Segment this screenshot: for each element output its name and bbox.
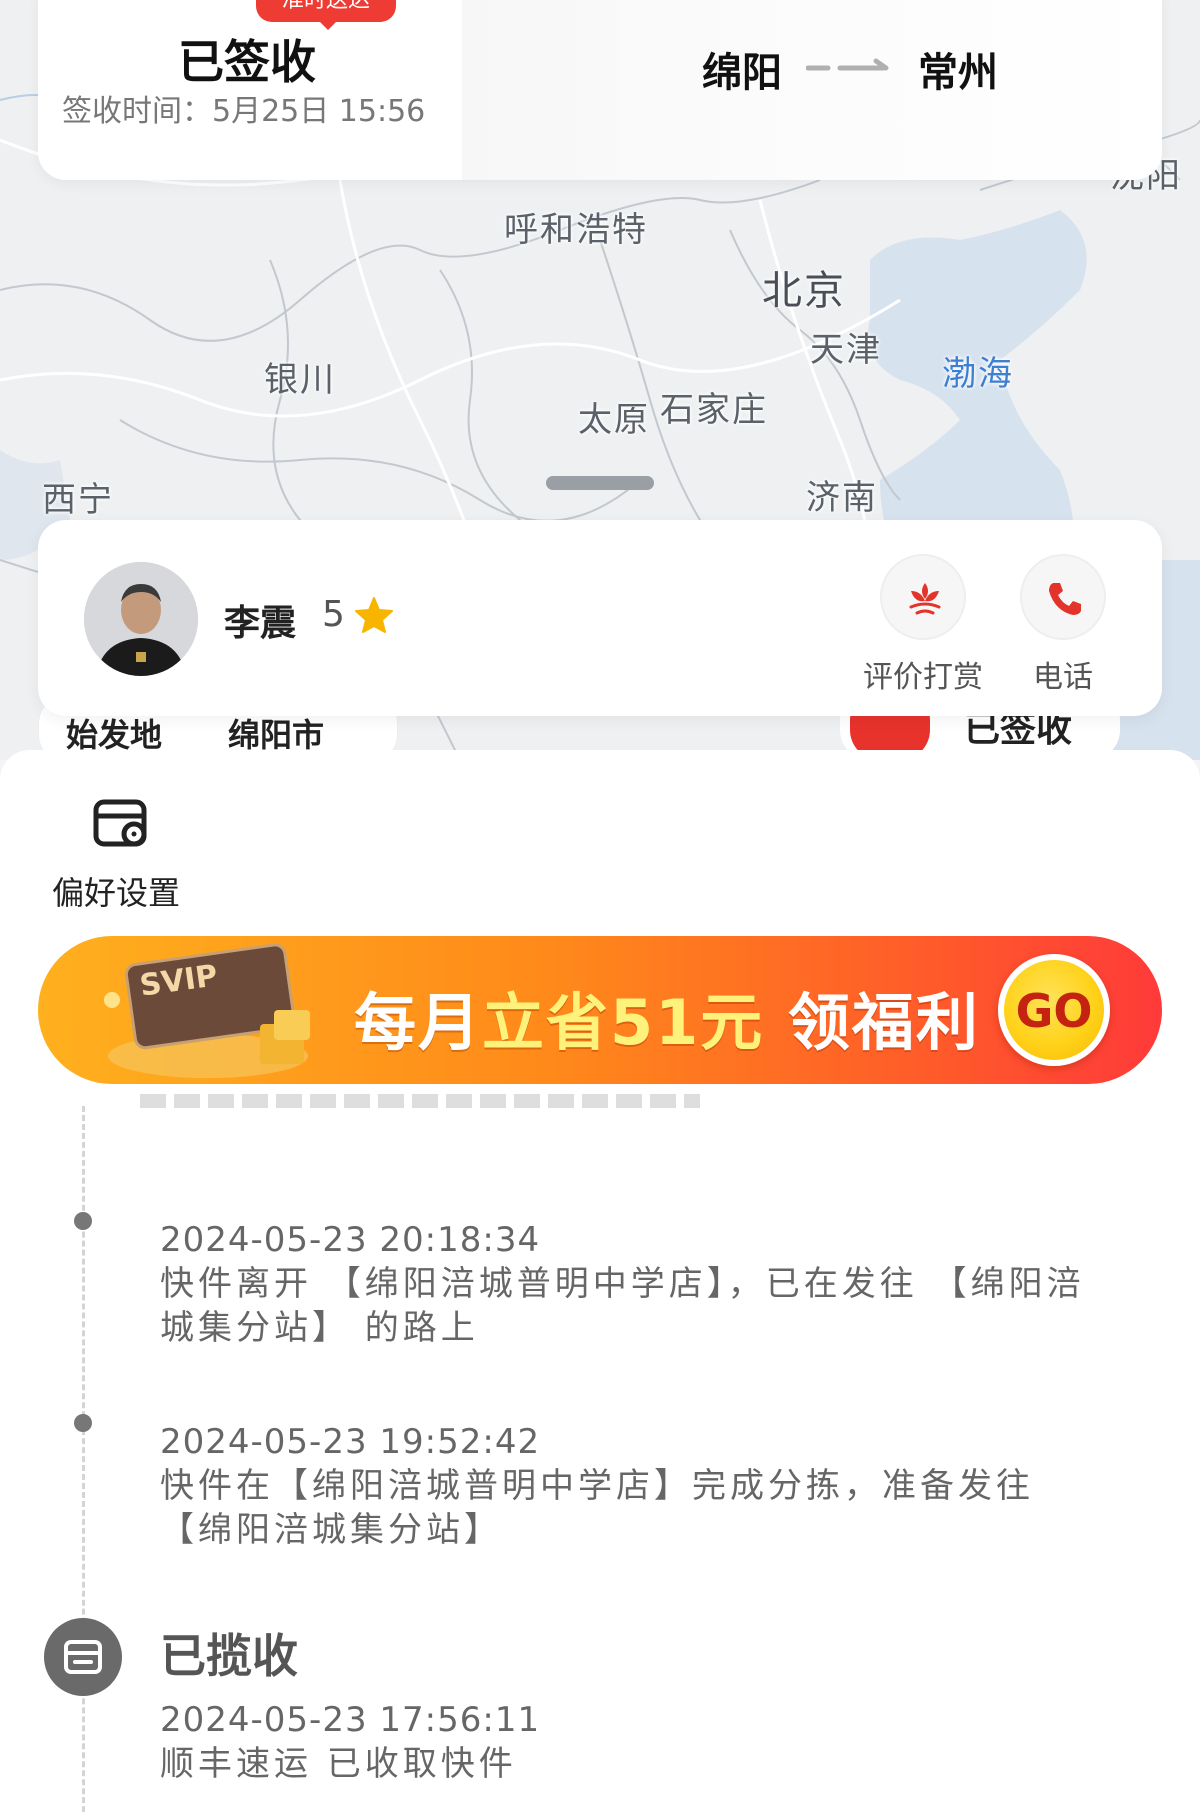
tracking-sheet: 偏好设置 SVIP 每月立省51元 领福利 GO 2024-05-23 20:1… xyxy=(0,750,1200,1812)
phone-icon xyxy=(1049,583,1081,615)
go-label: GO xyxy=(1015,984,1093,1038)
map-label-jinan: 济南 xyxy=(806,478,878,518)
rate-tip-circle xyxy=(880,554,966,640)
route-arrow-icon xyxy=(806,58,889,71)
call-button[interactable]: 电话 xyxy=(998,554,1128,696)
pickup-status: 已揽收 xyxy=(160,1629,298,1683)
pickup-desc: 顺丰速运 已收取快件 xyxy=(160,1744,517,1784)
map-label-shijiazhuang: 石家庄 xyxy=(660,390,768,430)
ontime-badge: 准时送达 xyxy=(256,0,396,30)
call-circle xyxy=(1020,554,1106,640)
courier-name: 李震 xyxy=(224,603,297,644)
star-icon xyxy=(355,597,393,633)
timeline-time: 2024-05-23 19:52:42 xyxy=(160,1422,541,1462)
route-destination: 常州 xyxy=(918,50,998,96)
svip-banner[interactable]: SVIP 每月立省51元 领福利 GO xyxy=(38,936,1162,1084)
preference-label[interactable]: 偏好设置 xyxy=(52,868,180,914)
go-button[interactable]: GO xyxy=(998,954,1110,1066)
map-label-beijing: 北京 xyxy=(762,268,846,314)
package-icon xyxy=(64,1640,102,1674)
sheet-drag-handle[interactable] xyxy=(546,476,654,490)
banner-text: 每月立省51元 领福利 xyxy=(354,972,980,1062)
banner-text-prefix: 每月 xyxy=(354,986,483,1059)
map-label-yinchuan: 银川 xyxy=(264,360,336,400)
timeline-desc: 快件离开 【绵阳涪城普明中学店】，已在发往 【绵阳涪城集分站】 的路上 xyxy=(160,1264,1085,1348)
call-label: 电话 xyxy=(1033,660,1093,695)
map-label-tianjin: 天津 xyxy=(810,330,882,370)
preference-icon[interactable] xyxy=(92,794,152,854)
svip-card-icon: SVIP xyxy=(104,943,310,1078)
map-label-taiyuan: 太原 xyxy=(578,400,650,440)
delivery-status: 已签收 xyxy=(178,35,316,89)
banner-text-highlight: 立省51元 xyxy=(482,986,765,1059)
route-origin: 绵阳 xyxy=(702,50,782,96)
timeline-time: 2024-05-23 20:18:34 xyxy=(160,1220,541,1260)
flower-icon xyxy=(909,583,941,615)
route-panel: 绵阳 常州 xyxy=(462,0,1162,180)
rate-tip-button[interactable]: 评价打赏 xyxy=(858,554,988,696)
banner-text-suffix: 领福利 xyxy=(787,986,980,1059)
map-label-xining: 西宁 xyxy=(42,480,114,520)
timeline-dot xyxy=(74,1212,92,1230)
map-label-bohai: 渤海 xyxy=(942,354,1014,394)
pickup-time: 2024-05-23 17:56:11 xyxy=(160,1700,541,1740)
courier-avatar[interactable] xyxy=(84,562,198,676)
courier-card: 李震 5 评价打赏 电话 xyxy=(38,520,1162,716)
clipped-timeline-text xyxy=(140,1094,700,1108)
pickup-node xyxy=(44,1618,122,1696)
rate-tip-label: 评价打赏 xyxy=(863,660,983,695)
signed-time: 签收时间：5月25日 15:56 xyxy=(62,94,426,129)
route-card: 准时送达 已签收 签收时间：5月25日 15:56 绵阳 常州 xyxy=(38,0,1162,180)
timeline-desc: 快件在【绵阳涪城普明中学店】完成分拣，准备发往 【绵阳涪城集分站】 xyxy=(160,1466,1034,1550)
timeline-dot xyxy=(74,1414,92,1432)
courier-rating: 5 xyxy=(322,594,345,635)
status-panel: 准时送达 已签收 签收时间：5月25日 15:56 xyxy=(38,0,462,180)
map-label-hohhot: 呼和浩特 xyxy=(504,210,648,250)
